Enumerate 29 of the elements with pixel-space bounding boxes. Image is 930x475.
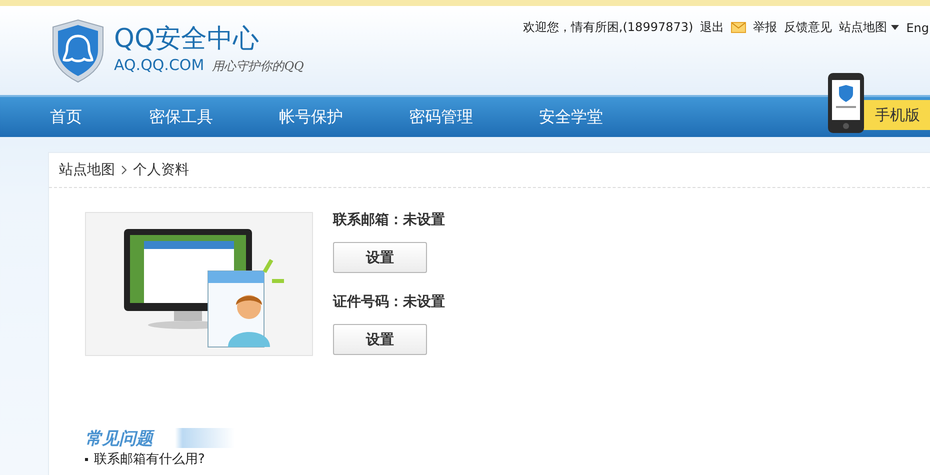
header-link[interactable]: 退出 [700,19,724,36]
welcome-text: 欢迎您，情有所困,(18997873) [522,19,694,36]
set-button[interactable]: 设置 [333,242,427,273]
set-button[interactable]: 设置 [333,324,427,355]
header-link[interactable]: 反馈意见 [784,19,832,36]
caret-icon [891,25,900,30]
faq-link[interactable]: 联系邮箱有什么用? [94,452,205,467]
nav-item[interactable]: 首页 [16,97,116,137]
shield-logo-icon [50,18,106,84]
nav-item[interactable]: 密码管理 [376,97,506,137]
nav-item[interactable]: 密保工具 [116,97,246,137]
logo-title: QQ安全中心 [114,23,260,56]
profile-field-label: 联系邮箱：未设置 [333,211,445,229]
phone-icon[interactable] [827,72,865,134]
logo-slogan: 用心守护你的QQ [212,58,304,75]
chevron-icon [121,165,127,175]
mail-icon[interactable] [731,22,746,33]
profile-field-label: 证件号码：未设置 [333,293,445,311]
nav-item[interactable]: 安全学堂 [506,97,636,137]
breadcrumb-item: 个人资料 [133,161,189,179]
header-link[interactable]: Eng [906,20,929,34]
sitemap-dropdown[interactable]: 站点地图 [839,19,900,36]
nav-item[interactable]: 帐号保护 [246,97,376,137]
mobile-version-link[interactable]: 手机版 [861,100,930,130]
header-link[interactable]: 举报 [753,19,778,36]
logo-domain: AQ.QQ.COM [114,56,204,74]
faq-heading: 常见问题 [85,428,153,450]
bullet-icon [85,458,88,461]
breadcrumb-item[interactable]: 站点地图 [59,161,115,179]
